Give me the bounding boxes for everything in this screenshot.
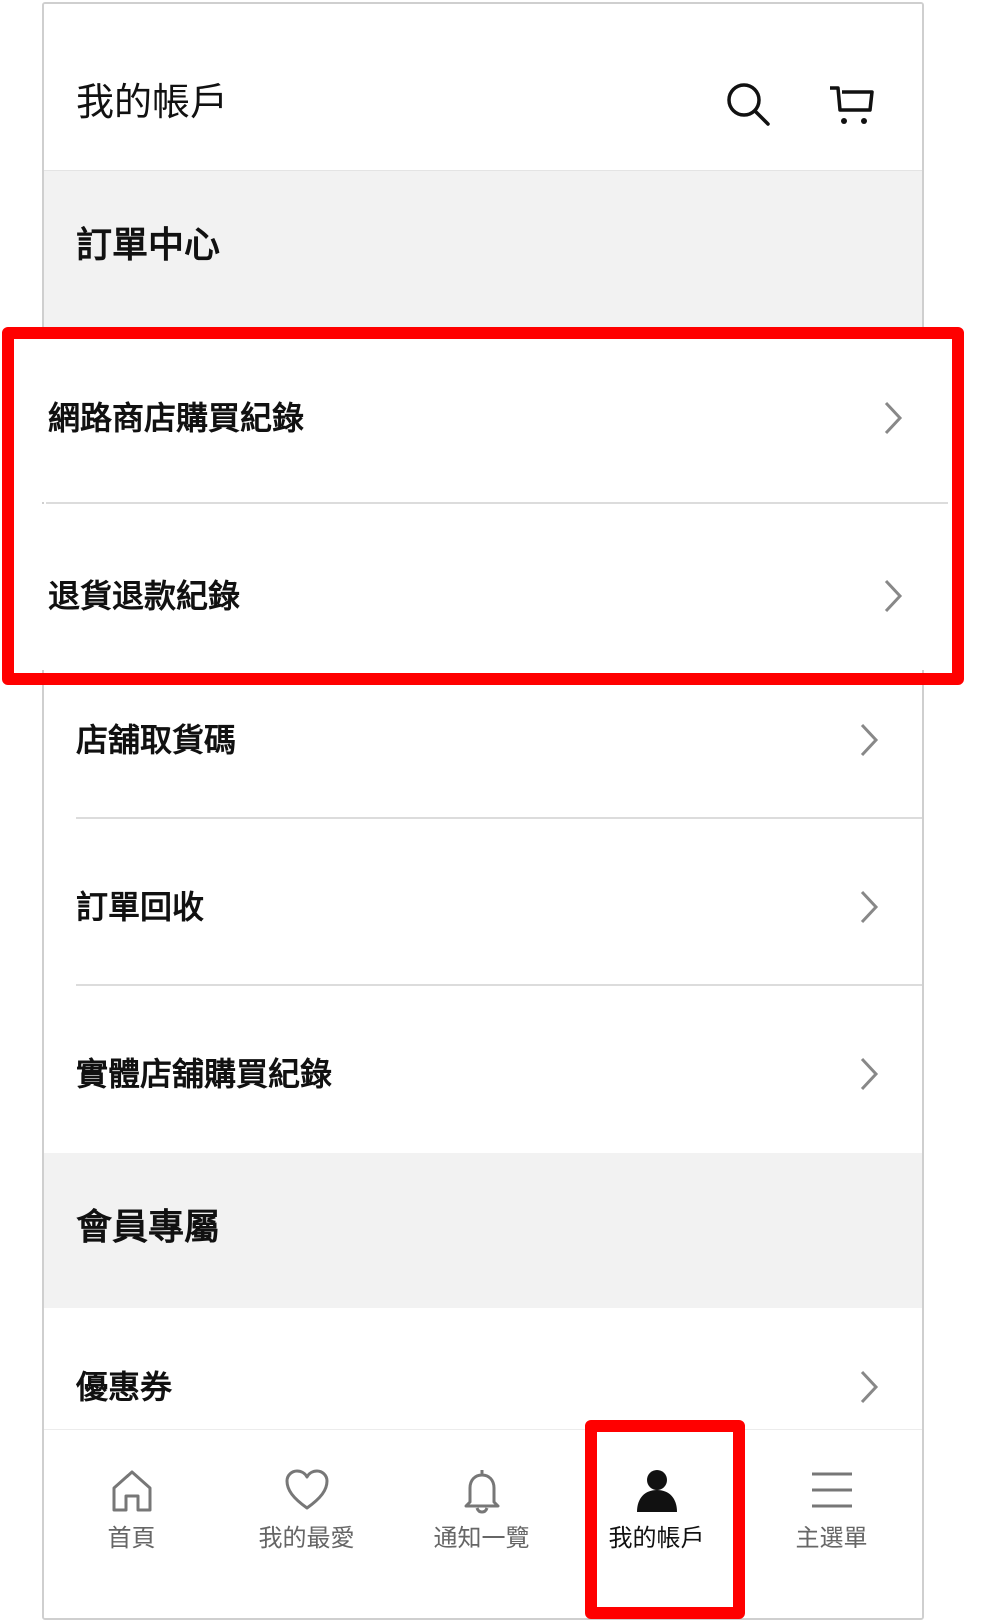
list-item-label: 訂單回收 [76,888,205,926]
nav-label: 首頁 [107,1524,156,1552]
nav-item-notifications[interactable]: 通知一覽 [394,1430,569,1618]
chevron-right-icon [860,890,879,924]
chevron-right-icon [860,1370,879,1404]
member-section: 會員專屬 [44,1153,922,1308]
list-item-label: 實體店舖購買紀錄 [76,1055,333,1093]
nav-label: 主選單 [795,1524,868,1552]
chevron-right-icon [860,1057,879,1091]
highlight-box-order-records [2,327,964,685]
bell-icon [464,1470,499,1514]
list-item-physical-store-purchases[interactable]: 實體店舖購買紀錄 [44,986,922,1152]
menu-icon [811,1472,852,1508]
chevron-right-icon [860,723,879,757]
nav-item-main-menu[interactable]: 主選單 [744,1430,919,1618]
list-item-store-pickup-code[interactable]: 店舖取貨碼 [44,684,922,818]
section-title: 會員專屬 [76,1207,221,1248]
nav-item-home[interactable]: 首頁 [44,1430,219,1618]
cart-icon[interactable] [828,80,876,128]
heart-icon [285,1469,328,1510]
search-icon[interactable] [724,80,772,128]
nav-label: 我的最愛 [258,1524,355,1552]
list-item-label: 店舖取貨碼 [76,721,237,759]
top-bar: 我的帳戶 [44,4,922,171]
nav-label: 通知一覽 [433,1524,530,1552]
order-center-section: 訂單中心 [44,171,922,327]
page-title: 我的帳戶 [76,80,229,124]
list-item-coupons[interactable]: 優惠券 [44,1309,922,1429]
bottom-nav: 首頁 我的最愛 通知一覽 我的帳戶 主選單 [44,1429,922,1618]
nav-item-favorites[interactable]: 我的最愛 [219,1430,394,1618]
highlight-box-account-tab [585,1420,745,1619]
home-icon [112,1470,151,1512]
list-item-label: 優惠券 [76,1368,173,1406]
list-item-order-recycle[interactable]: 訂單回收 [44,819,922,984]
app-screen: 我的帳戶 訂單中心 店舖取貨碼 訂單回收 實體店舖購買紀錄 會員專屬 優惠券 首… [42,2,924,1620]
section-title: 訂單中心 [76,225,221,266]
